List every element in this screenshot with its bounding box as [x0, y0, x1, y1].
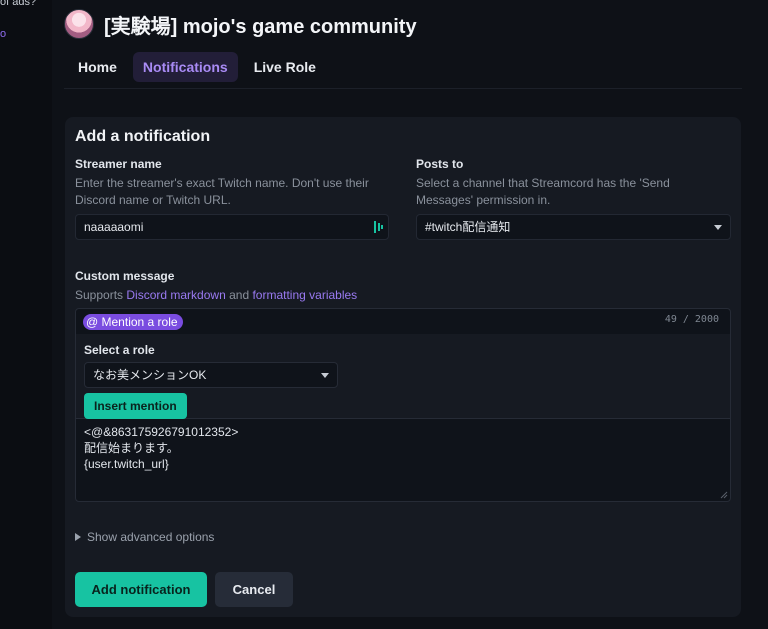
- streamer-name-label: Streamer name: [75, 157, 162, 171]
- triangle-right-icon: [75, 533, 81, 541]
- help-prefix: Supports: [75, 288, 124, 302]
- editor-toolbar: @ Mention a role 49 / 2000: [76, 309, 730, 335]
- advanced-label: Show advanced options: [87, 530, 215, 544]
- streamer-name-help: Enter the streamer's exact Twitch name. …: [75, 176, 369, 207]
- custom-message-help: Supports Discord markdown and formatting…: [75, 287, 357, 304]
- password-manager-icon[interactable]: [374, 221, 383, 233]
- tab-home[interactable]: Home: [68, 52, 127, 82]
- chevron-down-icon: [321, 373, 329, 378]
- tab-notifications[interactable]: Notifications: [132, 52, 238, 82]
- show-advanced-toggle[interactable]: Show advanced options: [75, 530, 214, 544]
- role-select[interactable]: なお美メンションOK: [84, 362, 338, 388]
- add-notification-button[interactable]: Add notification: [75, 572, 207, 607]
- role-picker: Select a role なお美メンションOK Insert mention: [76, 334, 730, 419]
- select-role-label: Select a role: [84, 343, 155, 357]
- discord-markdown-link[interactable]: Discord markdown: [126, 288, 225, 302]
- posts-to-help: Select a channel that Streamcord has the…: [416, 176, 670, 207]
- sidebar-link[interactable]: o: [0, 28, 6, 40]
- server-avatar: [64, 9, 94, 39]
- message-editor: @ Mention a role 49 / 2000 Select a role…: [75, 308, 731, 502]
- channel-select[interactable]: #twitch配信通知: [416, 214, 731, 240]
- message-textarea[interactable]: <@&863175926791012352> 配信始まります。 {user.tw…: [84, 424, 238, 472]
- char-count: 49 / 2000: [664, 314, 719, 325]
- server-header: [実験場] mojo's game community: [64, 8, 417, 40]
- cancel-button[interactable]: Cancel: [215, 572, 293, 607]
- role-select-value: なお美メンションOK: [93, 368, 207, 382]
- server-name: [実験場] mojo's game community: [104, 15, 417, 38]
- nav-tabs: Home Notifications Live Role: [68, 52, 326, 82]
- tabs-divider: [64, 88, 742, 89]
- mention-role-button[interactable]: @ Mention a role: [83, 314, 183, 330]
- add-notification-panel: Add a notification Streamer name Enter t…: [65, 117, 741, 617]
- streamer-name-input[interactable]: naaaaaomi: [75, 214, 389, 240]
- channel-select-value: #twitch配信通知: [425, 220, 511, 234]
- streamer-name-value: naaaaaomi: [84, 220, 144, 234]
- posts-to-label: Posts to: [416, 157, 464, 171]
- custom-message-label: Custom message: [75, 269, 175, 283]
- ads-text: of ads?: [0, 0, 37, 8]
- resize-handle-icon[interactable]: [720, 491, 728, 499]
- panel-title: Add a notification: [75, 128, 211, 145]
- insert-mention-button[interactable]: Insert mention: [84, 393, 187, 419]
- chevron-down-icon: [714, 225, 722, 230]
- formatting-variables-link[interactable]: formatting variables: [252, 288, 357, 302]
- help-middle: and: [229, 288, 250, 302]
- tab-live-role[interactable]: Live Role: [244, 52, 326, 82]
- sidebar-fragment: of ads? o: [0, 0, 52, 629]
